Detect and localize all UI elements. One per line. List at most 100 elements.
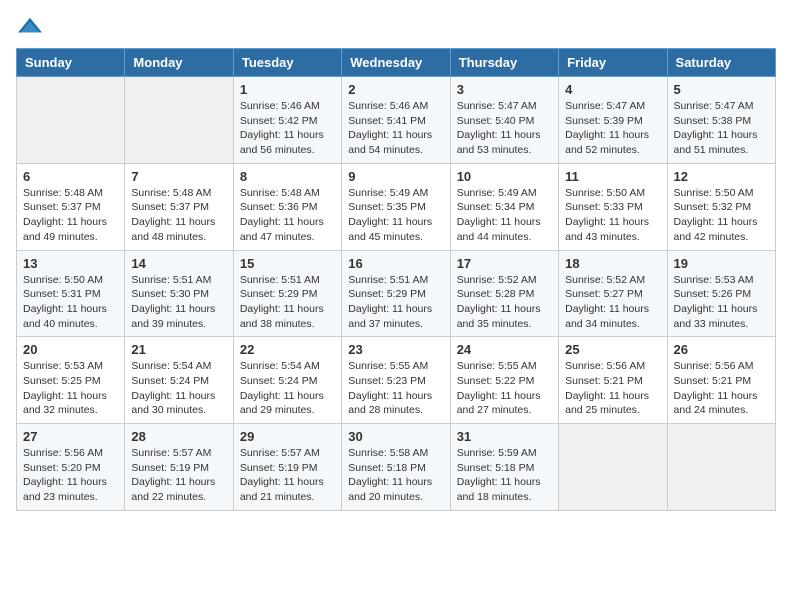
calendar-cell: 5 Sunrise: 5:47 AMSunset: 5:38 PMDaylight… xyxy=(667,77,775,164)
weekday-monday: Monday xyxy=(125,49,233,77)
day-number: 29 xyxy=(240,429,335,444)
cell-content: Sunrise: 5:55 AMSunset: 5:23 PMDaylight:… xyxy=(348,359,443,418)
calendar-cell: 25 Sunrise: 5:56 AMSunset: 5:21 PMDayligh… xyxy=(559,337,667,424)
day-number: 18 xyxy=(565,256,660,271)
calendar-cell: 3Sunrise: 5:47 AMSunset: 5:40 PMDaylight… xyxy=(450,77,558,164)
weekday-thursday: Thursday xyxy=(450,49,558,77)
calendar-cell: 4 Sunrise: 5:47 AMSunset: 5:39 PMDaylight… xyxy=(559,77,667,164)
day-number: 15 xyxy=(240,256,335,271)
day-number: 24 xyxy=(457,342,552,357)
day-number: 27 xyxy=(23,429,118,444)
day-number: 3 xyxy=(457,82,552,97)
cell-content: Sunrise: 5:48 AMSunset: 5:37 PMDaylight:… xyxy=(23,186,118,245)
cell-content: Sunrise: 5:54 AMSunset: 5:24 PMDaylight:… xyxy=(240,359,335,418)
cell-content: Sunrise: 5:47 AMSunset: 5:38 PMDaylight:… xyxy=(674,99,769,158)
weekday-header-row: SundayMondayTuesdayWednesdayThursdayFrid… xyxy=(17,49,776,77)
cell-content: Sunrise: 5:47 AMSunset: 5:39 PMDaylight:… xyxy=(565,99,660,158)
cell-content: Sunrise: 5:52 AMSunset: 5:27 PMDaylight:… xyxy=(565,273,660,332)
cell-content: Sunrise: 5:50 AMSunset: 5:32 PMDaylight:… xyxy=(674,186,769,245)
calendar-cell: 21 Sunrise: 5:54 AMSunset: 5:24 PMDayligh… xyxy=(125,337,233,424)
week-row-4: 20Sunrise: 5:53 AMSunset: 5:25 PMDayligh… xyxy=(17,337,776,424)
cell-content: Sunrise: 5:57 AMSunset: 5:19 PMDaylight:… xyxy=(131,446,226,505)
day-number: 12 xyxy=(674,169,769,184)
cell-content: Sunrise: 5:51 AMSunset: 5:30 PMDaylight:… xyxy=(131,273,226,332)
calendar-cell: 19Sunrise: 5:53 AMSunset: 5:26 PMDayligh… xyxy=(667,250,775,337)
cell-content: Sunrise: 5:56 AMSunset: 5:21 PMDaylight:… xyxy=(674,359,769,418)
week-row-2: 6 Sunrise: 5:48 AMSunset: 5:37 PMDaylight… xyxy=(17,163,776,250)
calendar-cell: 15 Sunrise: 5:51 AMSunset: 5:29 PMDayligh… xyxy=(233,250,341,337)
day-number: 19 xyxy=(674,256,769,271)
logo xyxy=(16,16,48,38)
calendar-cell: 16 Sunrise: 5:51 AMSunset: 5:29 PMDayligh… xyxy=(342,250,450,337)
day-number: 17 xyxy=(457,256,552,271)
day-number: 25 xyxy=(565,342,660,357)
day-number: 11 xyxy=(565,169,660,184)
generalblue-icon xyxy=(16,16,44,38)
day-number: 1 xyxy=(240,82,335,97)
cell-content: Sunrise: 5:49 AMSunset: 5:35 PMDaylight:… xyxy=(348,186,443,245)
day-number: 6 xyxy=(23,169,118,184)
calendar-cell: 13 Sunrise: 5:50 AMSunset: 5:31 PMDayligh… xyxy=(17,250,125,337)
cell-content: Sunrise: 5:58 AMSunset: 5:18 PMDaylight:… xyxy=(348,446,443,505)
day-number: 8 xyxy=(240,169,335,184)
calendar-cell: 1 Sunrise: 5:46 AMSunset: 5:42 PMDaylight… xyxy=(233,77,341,164)
calendar-cell xyxy=(559,424,667,511)
day-number: 28 xyxy=(131,429,226,444)
week-row-3: 13 Sunrise: 5:50 AMSunset: 5:31 PMDayligh… xyxy=(17,250,776,337)
weekday-sunday: Sunday xyxy=(17,49,125,77)
day-number: 5 xyxy=(674,82,769,97)
calendar-table: SundayMondayTuesdayWednesdayThursdayFrid… xyxy=(16,48,776,511)
day-number: 20 xyxy=(23,342,118,357)
calendar-cell xyxy=(667,424,775,511)
calendar-cell: 9 Sunrise: 5:49 AMSunset: 5:35 PMDaylight… xyxy=(342,163,450,250)
weekday-saturday: Saturday xyxy=(667,49,775,77)
day-number: 30 xyxy=(348,429,443,444)
day-number: 14 xyxy=(131,256,226,271)
day-number: 2 xyxy=(348,82,443,97)
cell-content: Sunrise: 5:54 AMSunset: 5:24 PMDaylight:… xyxy=(131,359,226,418)
weekday-wednesday: Wednesday xyxy=(342,49,450,77)
calendar-cell: 23 Sunrise: 5:55 AMSunset: 5:23 PMDayligh… xyxy=(342,337,450,424)
day-number: 16 xyxy=(348,256,443,271)
page-header xyxy=(16,16,776,38)
cell-content: Sunrise: 5:55 AMSunset: 5:22 PMDaylight:… xyxy=(457,359,552,418)
cell-content: Sunrise: 5:52 AMSunset: 5:28 PMDaylight:… xyxy=(457,273,552,332)
cell-content: Sunrise: 5:46 AMSunset: 5:42 PMDaylight:… xyxy=(240,99,335,158)
cell-content: Sunrise: 5:56 AMSunset: 5:21 PMDaylight:… xyxy=(565,359,660,418)
day-number: 22 xyxy=(240,342,335,357)
week-row-5: 27Sunrise: 5:56 AMSunset: 5:20 PMDayligh… xyxy=(17,424,776,511)
calendar-cell: 27Sunrise: 5:56 AMSunset: 5:20 PMDayligh… xyxy=(17,424,125,511)
cell-content: Sunrise: 5:59 AMSunset: 5:18 PMDaylight:… xyxy=(457,446,552,505)
cell-content: Sunrise: 5:51 AMSunset: 5:29 PMDaylight:… xyxy=(240,273,335,332)
calendar-cell: 30 Sunrise: 5:58 AMSunset: 5:18 PMDayligh… xyxy=(342,424,450,511)
calendar-cell: 20Sunrise: 5:53 AMSunset: 5:25 PMDayligh… xyxy=(17,337,125,424)
cell-content: Sunrise: 5:50 AMSunset: 5:31 PMDaylight:… xyxy=(23,273,118,332)
day-number: 10 xyxy=(457,169,552,184)
calendar-cell: 26 Sunrise: 5:56 AMSunset: 5:21 PMDayligh… xyxy=(667,337,775,424)
calendar-cell: 18 Sunrise: 5:52 AMSunset: 5:27 PMDayligh… xyxy=(559,250,667,337)
cell-content: Sunrise: 5:50 AMSunset: 5:33 PMDaylight:… xyxy=(565,186,660,245)
cell-content: Sunrise: 5:48 AMSunset: 5:36 PMDaylight:… xyxy=(240,186,335,245)
day-number: 4 xyxy=(565,82,660,97)
day-number: 26 xyxy=(674,342,769,357)
calendar-cell: 7 Sunrise: 5:48 AMSunset: 5:37 PMDaylight… xyxy=(125,163,233,250)
calendar-cell xyxy=(17,77,125,164)
calendar-cell: 8 Sunrise: 5:48 AMSunset: 5:36 PMDaylight… xyxy=(233,163,341,250)
calendar-cell: 2Sunrise: 5:46 AMSunset: 5:41 PMDaylight… xyxy=(342,77,450,164)
calendar-cell: 10 Sunrise: 5:49 AMSunset: 5:34 PMDayligh… xyxy=(450,163,558,250)
day-number: 21 xyxy=(131,342,226,357)
day-number: 13 xyxy=(23,256,118,271)
day-number: 23 xyxy=(348,342,443,357)
day-number: 9 xyxy=(348,169,443,184)
calendar-cell: 6 Sunrise: 5:48 AMSunset: 5:37 PMDaylight… xyxy=(17,163,125,250)
weekday-friday: Friday xyxy=(559,49,667,77)
day-number: 7 xyxy=(131,169,226,184)
cell-content: Sunrise: 5:51 AMSunset: 5:29 PMDaylight:… xyxy=(348,273,443,332)
day-number: 31 xyxy=(457,429,552,444)
calendar-cell: 31 Sunrise: 5:59 AMSunset: 5:18 PMDayligh… xyxy=(450,424,558,511)
calendar-cell: 24 Sunrise: 5:55 AMSunset: 5:22 PMDayligh… xyxy=(450,337,558,424)
cell-content: Sunrise: 5:57 AMSunset: 5:19 PMDaylight:… xyxy=(240,446,335,505)
cell-content: Sunrise: 5:49 AMSunset: 5:34 PMDaylight:… xyxy=(457,186,552,245)
calendar-cell: 14 Sunrise: 5:51 AMSunset: 5:30 PMDayligh… xyxy=(125,250,233,337)
cell-content: Sunrise: 5:48 AMSunset: 5:37 PMDaylight:… xyxy=(131,186,226,245)
